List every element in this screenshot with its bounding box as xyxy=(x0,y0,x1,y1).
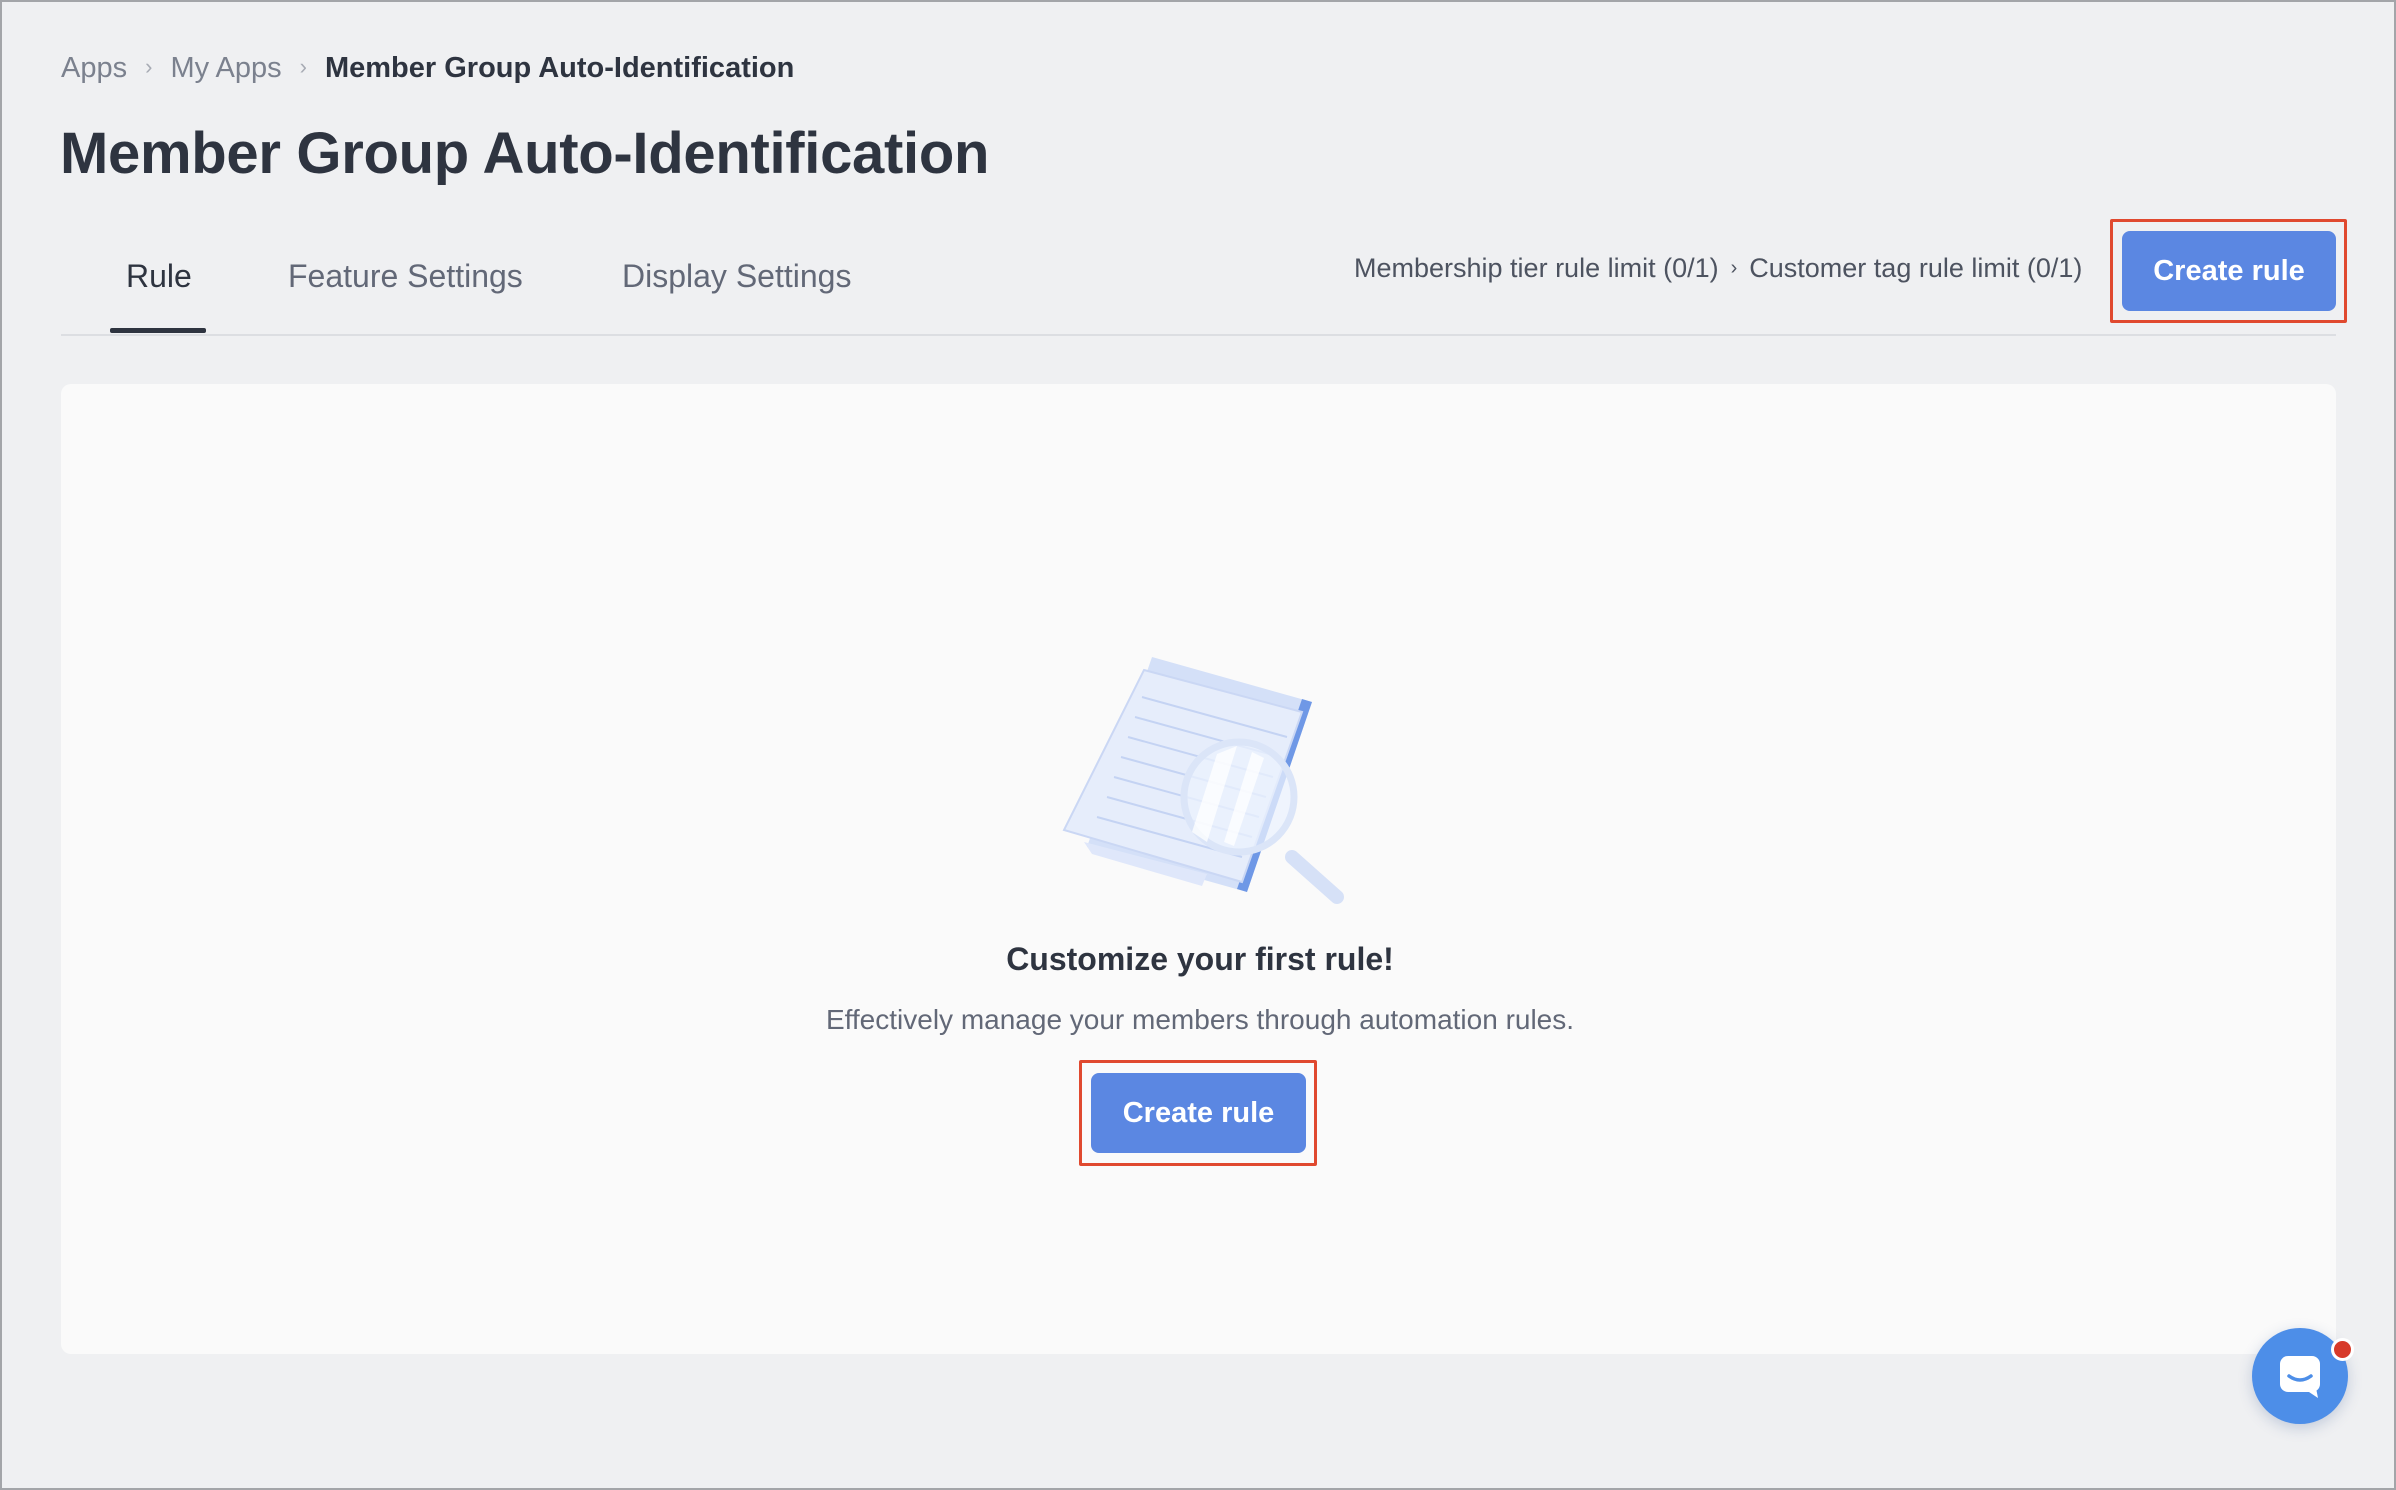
chevron-right-icon: › xyxy=(1730,257,1738,279)
breadcrumb-chevron-icon: › xyxy=(299,54,307,79)
breadcrumb-item-my-apps[interactable]: My Apps xyxy=(170,52,281,85)
breadcrumb-chevron-icon: › xyxy=(145,54,153,79)
create-rule-button[interactable]: Create rule xyxy=(1091,1073,1306,1153)
active-tab-indicator xyxy=(110,328,206,333)
empty-state-title: Customize your first rule! xyxy=(1006,941,1394,977)
document-magnifier-icon xyxy=(1062,657,1344,904)
breadcrumb-current: Member Group Auto-Identification xyxy=(324,51,795,84)
page-title: Member Group Auto-Identification xyxy=(60,121,990,186)
customer-tag-limit: Customer tag rule limit (0/1) xyxy=(1749,253,2083,283)
empty-state-subtitle: Effectively manage your members through … xyxy=(825,1004,1575,1035)
rule-limits: Membership tier rule limit (0/1) › Custo… xyxy=(1354,253,2082,284)
app-window: Apps › My Apps › Member Group Auto-Ident… xyxy=(0,0,2396,1490)
breadcrumb: Apps › My Apps › Member Group Auto-Ident… xyxy=(61,48,794,88)
chat-icon xyxy=(2280,1356,2320,1398)
notification-dot xyxy=(2331,1338,2354,1361)
tab-display-settings[interactable]: Display Settings xyxy=(622,258,851,295)
tab-rule[interactable]: Rule xyxy=(126,258,192,295)
breadcrumb-item-apps[interactable]: Apps xyxy=(61,52,127,85)
tab-feature-settings[interactable]: Feature Settings xyxy=(288,258,523,295)
create-rule-button[interactable]: Create rule xyxy=(2122,231,2336,311)
membership-tier-limit: Membership tier rule limit (0/1) xyxy=(1354,253,1719,283)
